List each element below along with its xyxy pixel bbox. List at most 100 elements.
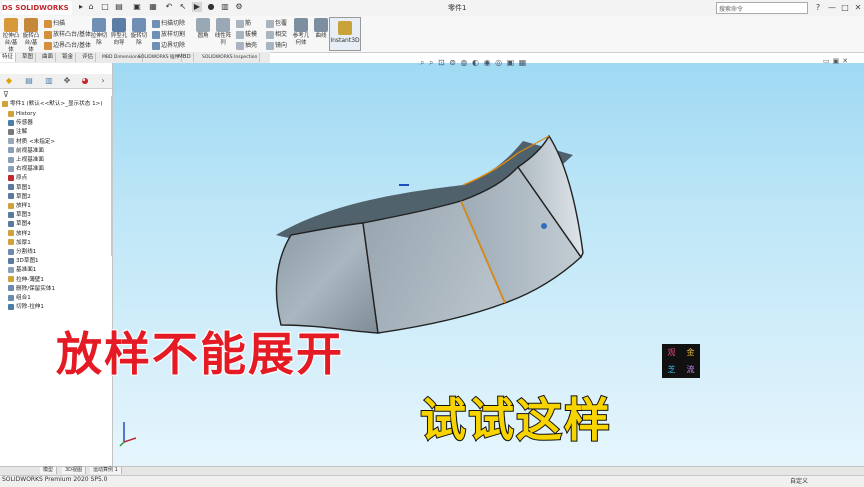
tab-mbd[interactable]: MBD — [176, 53, 194, 62]
undo-icon[interactable]: ↶ — [164, 2, 174, 12]
feature-icon — [8, 193, 14, 200]
wrap-button[interactable]: 包覆 — [266, 18, 287, 28]
loft-icon — [44, 30, 52, 39]
tree-item[interactable]: 3D草图1 — [8, 257, 39, 265]
tree-item-label: 3D草图1 — [16, 258, 39, 265]
tree-item-label: 删除/保留实体1 — [16, 285, 56, 292]
tree-item[interactable]: 切除-拉伸1 — [8, 303, 44, 311]
tree-item[interactable]: 前视基准面 — [8, 147, 44, 155]
tree-item[interactable]: 草图2 — [8, 193, 31, 201]
print-icon[interactable]: ▦ — [148, 2, 158, 12]
linear-pattern-icon — [216, 18, 230, 32]
tree-item[interactable]: 草图4 — [8, 220, 31, 228]
revolved-boss-button[interactable]: 旋转凸台/基体 — [22, 18, 40, 54]
new-file-icon[interactable]: □ — [100, 2, 110, 12]
close-icon[interactable]: ✕ — [852, 2, 864, 14]
extruded-cut-button[interactable]: 拉伸切除 — [90, 18, 108, 47]
open-file-icon[interactable]: ▤ — [114, 2, 124, 12]
intersect-button[interactable]: 相交 — [266, 29, 287, 39]
status-unit-system[interactable]: 自定义 — [790, 476, 808, 485]
panel-arrow-icon[interactable]: › — [98, 76, 108, 86]
tab-surfaces[interactable]: 曲面 — [40, 53, 57, 62]
fillet-button[interactable]: 圆角 — [194, 18, 212, 40]
file-props-icon[interactable]: ▥ — [220, 2, 230, 12]
linear-pattern-button[interactable]: 线性阵列 — [214, 18, 232, 47]
tree-item[interactable]: 放样2 — [8, 230, 31, 238]
draft-button[interactable]: 拔模 — [236, 29, 257, 39]
rib-button[interactable]: 筋 — [236, 18, 251, 28]
tab-model[interactable]: 模型 — [40, 467, 58, 474]
wrap-icon — [266, 19, 274, 28]
loft-boss-button[interactable]: 放样凸台/基体 — [44, 29, 91, 39]
tree-item[interactable]: 原点 — [8, 174, 27, 182]
mirror-button[interactable]: 镜向 — [266, 40, 287, 50]
tab-features[interactable]: 特征 — [0, 53, 17, 62]
feature-manager-icon[interactable]: ◆ — [4, 76, 14, 86]
solidworks-logo[interactable]: DS SOLIDWORKS — [2, 1, 72, 15]
reference-geometry-button[interactable]: 参考几何体 — [292, 18, 310, 47]
tree-item-label: 拉伸-薄壁1 — [16, 276, 44, 283]
hole-wizard-icon — [112, 18, 126, 32]
tree-item-label: 草图1 — [16, 184, 31, 191]
heads-up-view-toolbar[interactable]: ⌕ ⌕ ⊡ ⊚ ◍ ◐ ◉ ◎ ▣ ▦ — [420, 58, 527, 68]
curves-button[interactable]: 曲线 — [312, 18, 330, 40]
rebuild-icon[interactable]: ● — [206, 2, 216, 12]
tab-3d-views[interactable]: 3D视图 — [62, 467, 87, 474]
boundary-cut-icon — [152, 41, 160, 50]
tree-item[interactable]: History — [8, 110, 36, 118]
minimize-icon[interactable]: — — [826, 2, 838, 14]
boundary-cut-button[interactable]: 边界切除 — [152, 40, 185, 50]
tree-item[interactable]: 注解 — [8, 128, 27, 136]
lofted-cut-icon — [152, 30, 160, 39]
save-icon[interactable]: ▣ — [132, 2, 142, 12]
tree-item-label: 草图3 — [16, 212, 31, 219]
tab-evaluate[interactable]: 评估 — [80, 53, 97, 62]
display-manager-icon[interactable]: ◕ — [80, 76, 90, 86]
configuration-manager-icon[interactable]: ▥ — [44, 76, 54, 86]
status-version-text: SOLIDWORKS Premium 2020 SP5.0 — [2, 476, 108, 483]
extruded-boss-button[interactable]: 拉伸凸台/基体 — [2, 18, 20, 54]
tree-item-label: 材质 <未指定> — [16, 138, 56, 145]
tree-item[interactable]: 基准面1 — [8, 266, 36, 274]
tree-item[interactable]: 组合1 — [8, 294, 31, 302]
tree-item[interactable]: 传感器 — [8, 119, 33, 127]
tree-item[interactable]: 上视基准面 — [8, 156, 44, 164]
tree-item[interactable]: 放样1 — [8, 202, 31, 210]
viewport-window-controls[interactable]: ▭▣✕ — [823, 57, 851, 65]
maximize-icon[interactable]: □ — [839, 2, 851, 14]
tree-item[interactable]: 分割线1 — [8, 248, 36, 256]
tree-item[interactable]: 加厚1 — [8, 239, 31, 247]
extrude-icon — [4, 18, 18, 32]
dimxpert-icon[interactable]: ✥ — [62, 76, 72, 86]
tab-sketch[interactable]: 草图 — [20, 53, 37, 62]
menu-arrow-icon[interactable]: ▸ — [76, 2, 86, 12]
boundary-boss-button[interactable]: 边界凸台/基体 — [44, 40, 91, 50]
help-icon[interactable]: ? — [812, 2, 824, 14]
home-icon[interactable]: ⌂ — [86, 2, 96, 12]
tab-motion-study[interactable]: 运动算例 1 — [90, 467, 122, 474]
hole-wizard-button[interactable]: 异型孔向导 — [110, 18, 128, 47]
property-manager-icon[interactable]: ▤ — [24, 76, 34, 86]
instant3d-button[interactable]: Instant3D — [329, 17, 361, 51]
swept-cut-button[interactable]: 扫描切除 — [152, 18, 185, 28]
lofted-cut-button[interactable]: 放样切割 — [152, 29, 185, 39]
tree-item[interactable]: 材质 <未指定> — [8, 138, 55, 146]
tree-item[interactable]: 右视基准面 — [8, 165, 44, 173]
play-icon[interactable]: ▶ — [192, 2, 202, 12]
select-icon[interactable]: ↖ — [178, 2, 188, 12]
tree-item[interactable]: 拉伸-薄壁1 — [8, 276, 44, 284]
feature-icon — [8, 266, 14, 273]
revolved-cut-button[interactable]: 旋转切除 — [130, 18, 148, 47]
tab-sheet-metal[interactable]: 钣金 — [60, 53, 77, 62]
shell-button[interactable]: 抽壳 — [236, 40, 257, 50]
tree-root[interactable]: 零件1 (默认<<默认>_显示状态 1>) — [2, 100, 103, 108]
options-icon[interactable]: ⚙ — [234, 2, 244, 12]
sweep-button[interactable]: 扫描 — [44, 18, 65, 28]
tree-item[interactable]: 删除/保留实体1 — [8, 285, 55, 293]
search-input[interactable]: 搜索命令 — [716, 2, 808, 14]
filter-icon[interactable]: ⊽ — [3, 90, 9, 99]
tab-solidworks-inspection[interactable]: SOLIDWORKS Inspection — [200, 53, 261, 62]
model-face-1[interactable] — [275, 222, 379, 334]
tree-item[interactable]: 草图1 — [8, 184, 31, 192]
tree-item[interactable]: 草图3 — [8, 211, 31, 219]
